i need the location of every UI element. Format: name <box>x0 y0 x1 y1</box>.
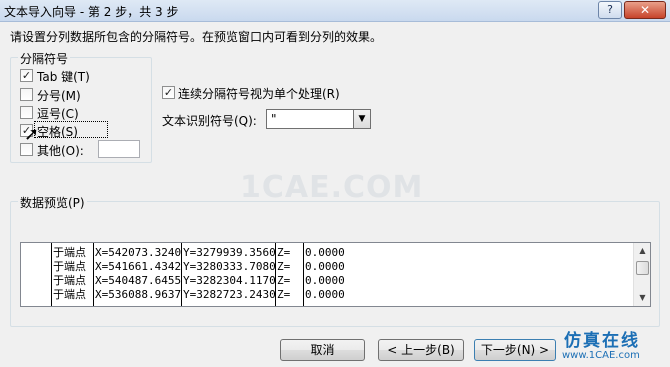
consecutive-delimiter-checkbox[interactable]: ✓ <box>162 86 175 99</box>
text-qualifier-select[interactable]: " ▼ <box>266 109 371 129</box>
preview-cell: X=536088.9637 <box>95 288 182 301</box>
preview-grid: 于端点 X=542073.3240 Y=3279939.3560 Z= 0.00… <box>21 243 633 306</box>
semicolon-label: 分号(M) <box>37 89 81 103</box>
preview-cell: 0.0000 <box>305 274 345 287</box>
preview-cell: Z= <box>277 288 291 301</box>
logo-title: 仿真在线 <box>564 331 640 351</box>
preview-cell: Y=3282723.2430 <box>183 288 276 301</box>
preview-label: 数据预览(P) <box>18 194 87 211</box>
site-logo: 仿真在线 www.1CAE.com <box>560 326 668 366</box>
cancel-button[interactable]: 取消 <box>280 339 365 361</box>
preview-cell: 于端点 <box>53 288 86 301</box>
preview-row: 于端点 X=542073.3240 Y=3279939.3560 Z= 0.00… <box>21 246 633 260</box>
other-label: 其他(O): <box>37 144 84 158</box>
logo-url: www.1CAE.com <box>562 350 640 361</box>
text-qualifier-value: " <box>271 112 277 126</box>
preview-row: 于端点 X=541661.4342 Y=3280333.7080 Z= 0.00… <box>21 260 633 274</box>
comma-label: 逗号(C) <box>37 107 79 121</box>
instruction-text: 请设置分列数据所包含的分隔符号。在预览窗口内可看到分列的效果。 <box>10 30 383 44</box>
preview-cell: 0.0000 <box>305 288 345 301</box>
preview-cell: 于端点 <box>53 260 86 273</box>
preview-cell: X=542073.3240 <box>95 246 182 259</box>
scroll-up-icon[interactable]: ▲ <box>635 244 650 258</box>
tab-label: Tab 键(T) <box>37 70 90 84</box>
chevron-down-icon[interactable]: ▼ <box>353 110 370 128</box>
delimiters-group-label: 分隔符号 <box>18 50 71 67</box>
next-button[interactable]: 下一步(N) > <box>474 339 556 361</box>
preview-cell: 于端点 <box>53 274 86 287</box>
tab-checkbox[interactable]: ✓ <box>20 69 33 82</box>
preview-cell: Z= <box>277 246 291 259</box>
preview-cell: 0.0000 <box>305 260 345 273</box>
other-delimiter-input[interactable] <box>98 140 140 158</box>
semicolon-checkbox[interactable] <box>20 88 33 101</box>
preview-cell: X=541661.4342 <box>95 260 182 273</box>
space-label: 空格(S) <box>37 125 78 139</box>
consecutive-delimiter-label: 连续分隔符号视为单个处理(R) <box>178 87 340 101</box>
preview-vertical-scrollbar[interactable]: ▲ ▼ <box>633 243 650 306</box>
back-button[interactable]: < 上一步(B) <box>378 339 464 361</box>
preview-cell: Y=3279939.3560 <box>183 246 276 259</box>
preview-row: 于端点 X=540487.6455 Y=3282304.1170 Z= 0.00… <box>21 274 633 288</box>
preview-cell: Z= <box>277 260 291 273</box>
close-button[interactable]: ✕ <box>624 1 666 19</box>
window-title: 文本导入向导 - 第 2 步，共 3 步 <box>4 5 179 19</box>
comma-checkbox[interactable] <box>20 106 33 119</box>
help-button[interactable]: ? <box>598 1 622 19</box>
data-preview[interactable]: 于端点 X=542073.3240 Y=3279939.3560 Z= 0.00… <box>20 242 651 307</box>
preview-cell: Z= <box>277 274 291 287</box>
preview-cell: 0.0000 <box>305 246 345 259</box>
scroll-thumb[interactable] <box>636 261 649 275</box>
title-bar: 文本导入向导 - 第 2 步，共 3 步 ? ✕ <box>0 0 670 22</box>
preview-cell: X=540487.6455 <box>95 274 182 287</box>
preview-cell: Y=3282304.1170 <box>183 274 276 287</box>
text-qualifier-label: 文本识别符号(Q): <box>162 114 257 128</box>
preview-row: 于端点 X=536088.9637 Y=3282723.2430 Z= 0.00… <box>21 288 633 302</box>
preview-cell: 于端点 <box>53 246 86 259</box>
scroll-down-icon[interactable]: ▼ <box>635 291 650 305</box>
preview-cell: Y=3280333.7080 <box>183 260 276 273</box>
watermark: 1CAE.COM <box>240 170 424 205</box>
mouse-cursor-icon: ➚ <box>24 124 40 145</box>
